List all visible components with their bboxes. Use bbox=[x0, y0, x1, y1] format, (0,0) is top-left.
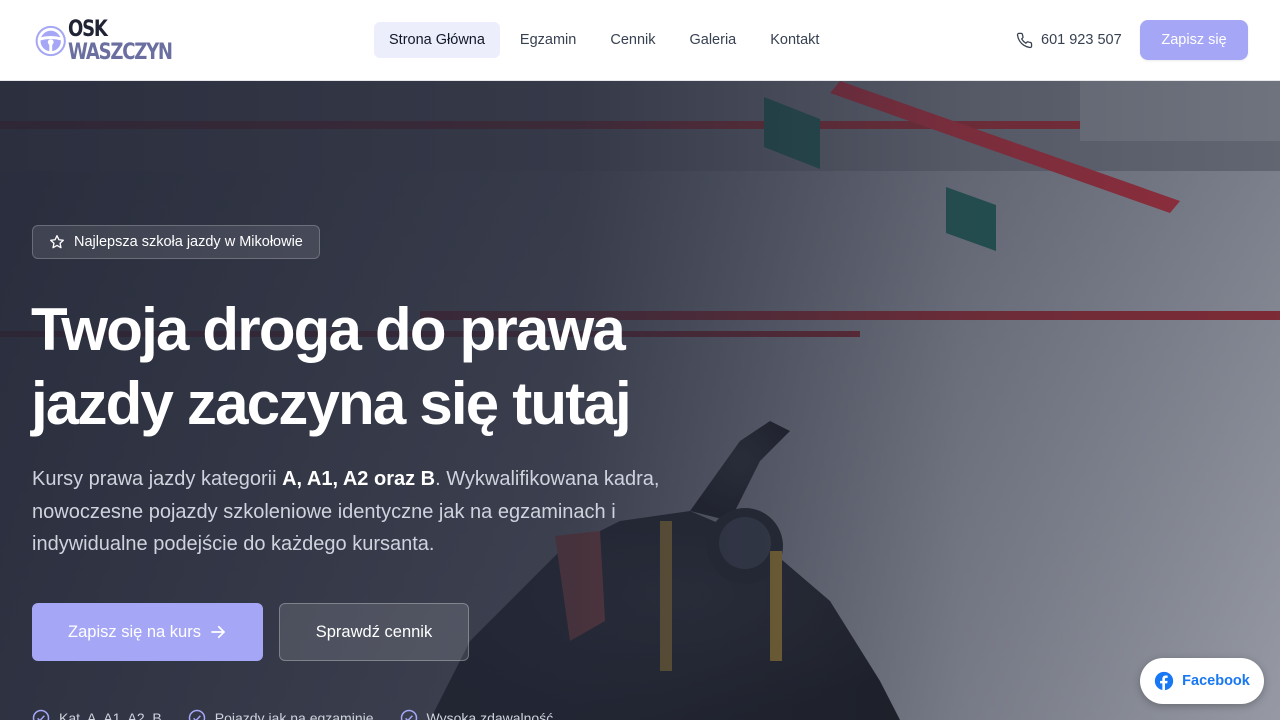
check-circle-icon bbox=[32, 709, 50, 720]
logo-text-line1: OSK bbox=[68, 16, 108, 42]
nav-item-galeria[interactable]: Galeria bbox=[674, 22, 751, 58]
hero-badge: Najlepsza szkoła jazdy w Mikołowie bbox=[32, 225, 320, 259]
hero-section: Najlepsza szkoła jazdy w Mikołowie Twoja… bbox=[0, 81, 1280, 720]
nav-item-cennik[interactable]: Cennik bbox=[595, 22, 670, 58]
phone-number: 601 923 507 bbox=[1041, 32, 1122, 48]
phone-icon bbox=[1016, 32, 1033, 48]
facebook-button[interactable]: Facebook bbox=[1140, 658, 1264, 704]
feature-item: Wysoka zdawalność bbox=[400, 709, 554, 720]
feature-item: Kat. A, A1, A2, B bbox=[32, 709, 162, 720]
site-header: OSK WASZCZYN Strona Główna Egzamin Cenni… bbox=[0, 0, 1280, 81]
hero-title-line1: Twoja droga do prawa bbox=[31, 296, 626, 363]
check-circle-icon bbox=[188, 709, 205, 720]
hero-lead-start: Kursy prawa jazdy kategorii bbox=[32, 468, 283, 490]
star-icon bbox=[50, 235, 64, 249]
feature-text: Wysoka zdawalność bbox=[426, 710, 554, 720]
facebook-icon bbox=[1154, 671, 1174, 691]
hero-features: Kat. A, A1, A2, B Pojazdy jak na egzamin… bbox=[32, 708, 579, 720]
hero-title: Twoja droga do prawa jazdy zaczyna się t… bbox=[31, 293, 751, 441]
feature-item: Pojazdy jak na egzaminie bbox=[188, 709, 374, 720]
signup-course-label: Zapisz się na kurs bbox=[68, 622, 201, 641]
feature-text: Pojazdy jak na egzaminie bbox=[214, 710, 374, 720]
steering-wheel-icon bbox=[35, 25, 66, 57]
logo[interactable]: OSK WASZCZYN bbox=[35, 13, 195, 69]
check-prices-button[interactable]: Sprawdź cennik bbox=[279, 603, 469, 661]
hero-badge-text: Najlepsza szkoła jazdy w Mikołowie bbox=[74, 234, 303, 250]
main-nav: Strona Główna Egzamin Cennik Galeria Kon… bbox=[374, 22, 838, 58]
arrow-right-icon bbox=[211, 625, 225, 639]
nav-item-egzamin[interactable]: Egzamin bbox=[505, 22, 591, 58]
nav-item-kontakt[interactable]: Kontakt bbox=[755, 22, 834, 58]
phone-link[interactable]: 601 923 507 bbox=[1016, 30, 1122, 50]
hero-lead: Kursy prawa jazdy kategorii A, A1, A2 or… bbox=[32, 463, 722, 561]
signup-button[interactable]: Zapisz się bbox=[1140, 20, 1248, 60]
nav-item-home[interactable]: Strona Główna bbox=[374, 22, 500, 58]
facebook-label: Facebook bbox=[1182, 673, 1250, 689]
feature-text: Kat. A, A1, A2, B bbox=[59, 710, 162, 720]
hero-title-line2: jazdy zaczyna się tutaj bbox=[31, 370, 632, 437]
signup-course-button[interactable]: Zapisz się na kurs bbox=[32, 603, 263, 661]
check-circle-icon bbox=[400, 709, 417, 720]
hero-lead-categories: A, A1, A2 oraz B bbox=[282, 468, 436, 490]
logo-text-line2: WASZCZYN bbox=[68, 39, 173, 65]
